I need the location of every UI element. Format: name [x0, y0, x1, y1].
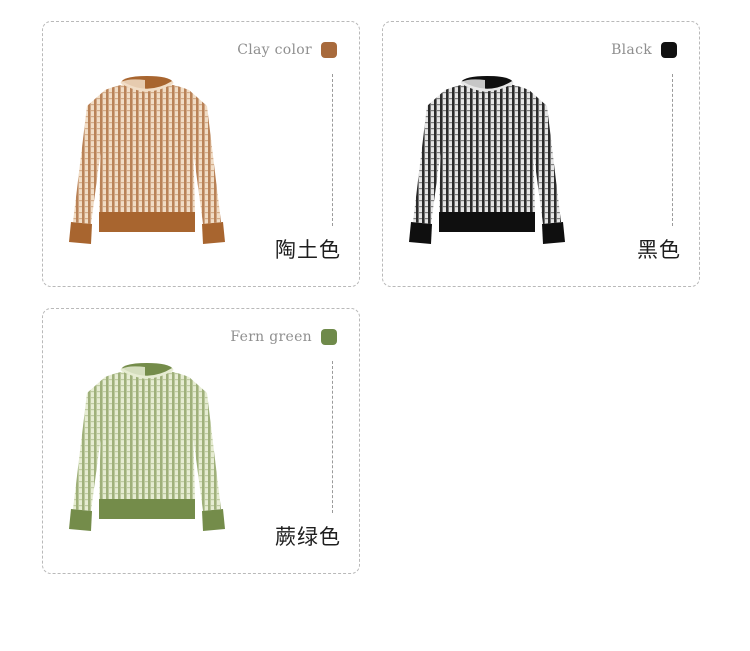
color-label-row: Fern green — [230, 329, 337, 345]
divider-line — [332, 361, 333, 513]
color-swatch — [321, 42, 337, 58]
right-cuff — [542, 222, 565, 244]
color-label-row: Clay color — [237, 42, 337, 58]
color-card-fern-green[interactable]: Fern green 蕨绿色 — [42, 308, 360, 574]
sweater-body — [439, 82, 535, 214]
fern-green-sweater-image — [69, 363, 225, 531]
color-name-chinese: 陶土色 — [275, 238, 341, 262]
hem-band — [99, 212, 195, 232]
black-sweater-image — [409, 76, 565, 244]
clay-sweater-image — [69, 76, 225, 244]
hem-band — [439, 212, 535, 232]
hem-band — [99, 499, 195, 519]
left-cuff — [409, 222, 432, 244]
right-cuff — [202, 509, 225, 531]
color-name-english: Black — [611, 42, 652, 58]
left-cuff — [69, 222, 92, 244]
color-name-english: Fern green — [230, 329, 312, 345]
color-card-clay[interactable]: Clay color 陶土色 — [42, 21, 360, 287]
divider-line — [672, 74, 673, 226]
color-options-page: Clay color 陶土色 Black 黑色 Fern green 蕨绿色 — [0, 0, 750, 651]
divider-line — [332, 74, 333, 226]
color-card-black[interactable]: Black 黑色 — [382, 21, 700, 287]
color-name-chinese: 黑色 — [637, 238, 681, 262]
sweater-body — [99, 82, 195, 214]
color-swatch — [321, 329, 337, 345]
right-cuff — [202, 222, 225, 244]
color-name-english: Clay color — [237, 42, 312, 58]
color-name-chinese: 蕨绿色 — [275, 525, 341, 549]
color-swatch — [661, 42, 677, 58]
left-cuff — [69, 509, 92, 531]
color-label-row: Black — [611, 42, 677, 58]
sweater-body — [99, 369, 195, 501]
